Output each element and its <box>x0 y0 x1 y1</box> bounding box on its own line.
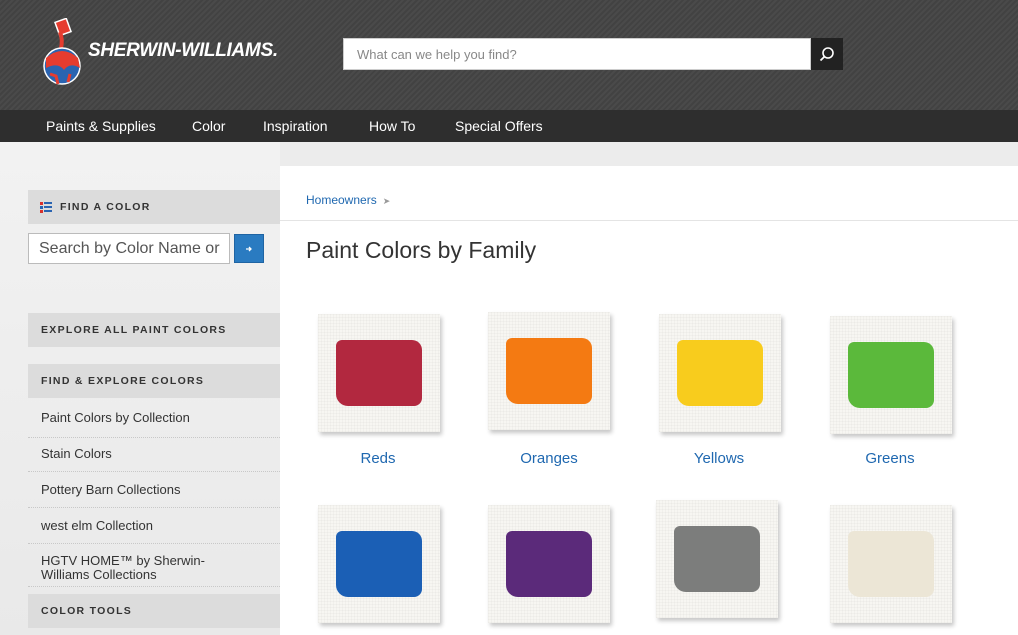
breadcrumb: Homeowners ➤ <box>306 193 390 207</box>
brand-name: SHERWIN-WILLIAMS. <box>88 40 278 61</box>
color-tools-heading[interactable]: COLOR TOOLS <box>28 594 280 628</box>
color-search-input[interactable]: Search by Color Name or <box>28 233 230 264</box>
find-explore-colors-heading: FIND & EXPLORE COLORS <box>28 364 280 398</box>
swatch-neutrals[interactable] <box>656 500 778 618</box>
search-button[interactable] <box>811 38 843 70</box>
breadcrumb-homeowners[interactable]: Homeowners <box>306 193 377 207</box>
swatch-greens[interactable] <box>830 316 952 434</box>
swatch-blues[interactable] <box>318 505 440 623</box>
paint-swatch <box>506 531 592 597</box>
family-label-greens[interactable]: Greens <box>820 450 960 467</box>
paint-swatch <box>848 342 934 408</box>
page-title: Paint Colors by Family <box>306 237 537 263</box>
cover-the-earth-logo-icon <box>43 18 81 85</box>
sidebar-link-west-elm[interactable]: west elm Collection <box>28 518 280 544</box>
swatch-yellows[interactable] <box>659 314 781 432</box>
paint-swatch <box>506 338 592 404</box>
swatch-purples[interactable] <box>488 505 610 623</box>
breadcrumb-arrow-icon: ➤ <box>382 196 391 206</box>
site-header: SHERWIN-WILLIAMS. What can we help you f… <box>0 0 1018 110</box>
explore-all-paint-colors[interactable]: EXPLORE ALL PAINT COLORS <box>28 313 280 347</box>
paint-swatch <box>677 340 763 406</box>
arrow-right-icon <box>246 246 252 251</box>
search-icon <box>819 47 834 62</box>
color-palette-icon <box>40 201 52 213</box>
paint-swatch <box>336 531 422 597</box>
divider <box>280 220 1018 221</box>
sidebar-link-paint-colors-by-collection[interactable]: Paint Colors by Collection <box>28 410 280 438</box>
find-a-color-heading: FIND A COLOR <box>28 190 280 224</box>
sidebar-link-pottery-barn[interactable]: Pottery Barn Collections <box>28 482 280 508</box>
swatch-whites[interactable] <box>830 505 952 623</box>
site-search-input[interactable]: What can we help you find? <box>343 38 811 70</box>
nav-how-to[interactable]: How To <box>369 110 415 142</box>
sidebar-link-stain-colors[interactable]: Stain Colors <box>28 446 280 472</box>
nav-inspiration[interactable]: Inspiration <box>263 110 328 142</box>
family-label-reds[interactable]: Reds <box>308 450 448 467</box>
family-label-oranges[interactable]: Oranges <box>479 450 619 467</box>
swatch-oranges[interactable] <box>488 312 610 430</box>
nav-color[interactable]: Color <box>192 110 225 142</box>
nav-paints-supplies[interactable]: Paints & Supplies <box>46 110 156 142</box>
paint-swatch <box>674 526 760 592</box>
paint-swatch <box>848 531 934 597</box>
sherwin-williams-logo[interactable]: SHERWIN-WILLIAMS. <box>40 18 285 90</box>
find-a-color-label: FIND A COLOR <box>60 201 151 213</box>
color-search-button[interactable] <box>234 234 264 263</box>
main-nav: Paints & Supplies Color Inspiration How … <box>0 110 1018 142</box>
sidebar-link-hgtv-home[interactable]: HGTV HOME™ by Sherwin-Williams Collectio… <box>28 554 280 587</box>
swatch-reds[interactable] <box>318 314 440 432</box>
paint-swatch <box>336 340 422 406</box>
nav-special-offers[interactable]: Special Offers <box>455 110 543 142</box>
family-label-yellows[interactable]: Yellows <box>649 450 789 467</box>
